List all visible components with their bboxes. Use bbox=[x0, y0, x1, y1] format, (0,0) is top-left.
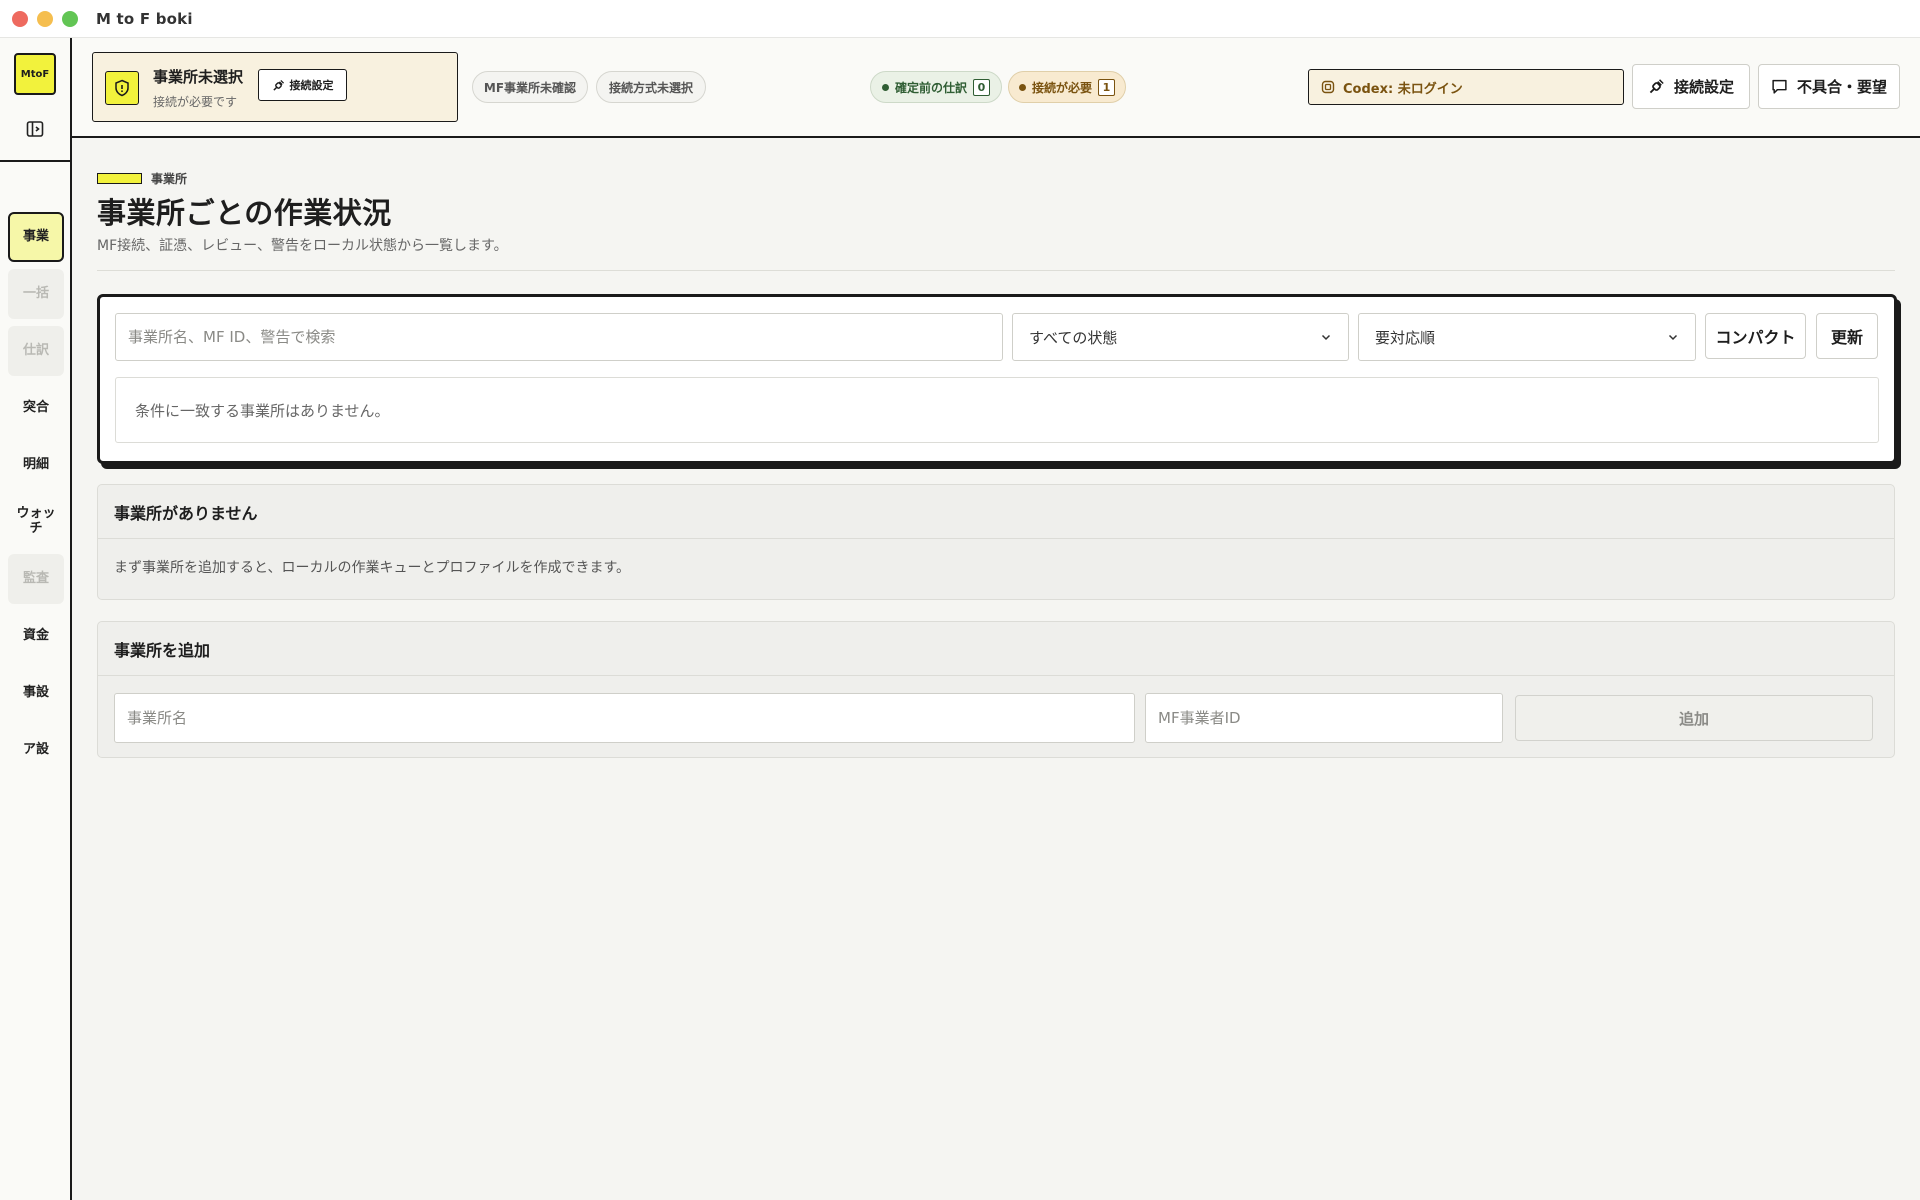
sidebar-item-statements[interactable]: 明細 bbox=[8, 440, 64, 490]
connection-method-label: 接続方式未選択 bbox=[608, 80, 693, 95]
shield-icon bbox=[105, 71, 139, 105]
empty-results-message: 条件に一致する事業所はありません。 bbox=[115, 377, 1879, 443]
filter-panel: すべての状態 要対応順 コンパクト 更新 条件に一致する事業所はありません。 bbox=[97, 294, 1897, 464]
page-title: 事業所ごとの作業状況 bbox=[97, 196, 392, 230]
minimize-window-button[interactable] bbox=[37, 10, 53, 27]
sidebar-item-label: 明細 bbox=[22, 456, 49, 472]
close-window-button[interactable] bbox=[12, 10, 28, 27]
office-status-subtitle: 接続が必要です bbox=[153, 95, 238, 109]
status-filter-value: すべての状態 bbox=[1029, 328, 1118, 347]
add-office-label: 追加 bbox=[1678, 709, 1709, 728]
window-titlebar: M to F boki bbox=[0, 0, 1920, 38]
codex-login-label: Codex: 未ログイン bbox=[1343, 81, 1463, 97]
connection-required-pill[interactable]: 接続が必要 1 bbox=[1008, 71, 1126, 103]
sidebar-item-audit[interactable]: 監査 bbox=[8, 554, 64, 604]
main-content: 事業所 事業所ごとの作業状況 MF接続、証憑、レビュー、警告をローカル状態から一… bbox=[72, 140, 1920, 1200]
connect-settings-button[interactable]: 接続設定 bbox=[1632, 64, 1750, 109]
office-search-input[interactable] bbox=[115, 313, 1003, 361]
sidebar-item-reconcile[interactable]: 突合 bbox=[8, 383, 64, 433]
section-tag-marker bbox=[97, 173, 142, 184]
office-connect-settings-button[interactable]: 接続設定 bbox=[258, 69, 347, 101]
sidebar-toggle-button[interactable] bbox=[24, 118, 46, 140]
empty-results-text: 条件に一致する事業所はありません。 bbox=[135, 401, 390, 420]
sidebar-toggle-icon bbox=[26, 121, 44, 137]
mf-office-status-pill: MF事業所未確認 bbox=[472, 71, 588, 103]
sidebar-item-label: 監査 bbox=[22, 570, 49, 586]
status-dot-icon bbox=[1018, 83, 1026, 91]
plug-icon bbox=[1649, 79, 1664, 94]
sidebar-item-label: 突合 bbox=[22, 399, 49, 415]
add-office-card: 事業所を追加 追加 bbox=[97, 621, 1895, 758]
codex-login-status[interactable]: Codex: 未ログイン bbox=[1308, 69, 1624, 105]
chevron-down-icon bbox=[1668, 334, 1678, 341]
connection-required-label: 接続が必要 bbox=[1031, 80, 1092, 95]
connect-settings-label: 接続設定 bbox=[1673, 78, 1734, 96]
office-name-input[interactable] bbox=[114, 693, 1135, 743]
window-title: M to F boki bbox=[96, 9, 193, 28]
plug-icon bbox=[272, 79, 284, 91]
sidebar-item-label: 資金 bbox=[22, 627, 49, 643]
sidebar-item-label: 仕訳 bbox=[22, 342, 49, 358]
sort-order-value: 要対応順 bbox=[1375, 328, 1436, 347]
feedback-label: 不具合・要望 bbox=[1796, 78, 1887, 96]
pending-journal-label: 確定前の仕訳 bbox=[894, 80, 967, 95]
compact-view-label: コンパクト bbox=[1715, 328, 1796, 347]
chevron-down-icon bbox=[1321, 334, 1331, 341]
app-logo[interactable]: MtoF bbox=[14, 53, 56, 95]
codex-icon bbox=[1321, 80, 1335, 94]
page-description: MF接続、証憑、レビュー、警告をローカル状態から一覧します。 bbox=[97, 238, 508, 254]
section-tag-label: 事業所 bbox=[151, 172, 188, 186]
top-header: 事業所未選択 接続が必要です 接続設定 MF事業所未確認 接続方式未選択 確定前… bbox=[72, 38, 1920, 138]
sidebar-item-label: ア設 bbox=[22, 741, 49, 757]
office-selector[interactable]: 事業所未選択 接続が必要です 接続設定 bbox=[92, 52, 458, 122]
connection-method-pill: 接続方式未選択 bbox=[596, 71, 706, 103]
refresh-button[interactable]: 更新 bbox=[1816, 313, 1878, 359]
status-dot-icon bbox=[881, 83, 889, 91]
mf-office-status-label: MF事業所未確認 bbox=[483, 80, 577, 95]
sidebar-item-label: 事業 bbox=[22, 228, 49, 244]
sidebar-item-label: 一括 bbox=[22, 285, 49, 301]
office-status-title: 事業所未選択 bbox=[153, 68, 244, 86]
no-office-title: 事業所がありません bbox=[98, 485, 1894, 539]
sidebar-item-funds[interactable]: 資金 bbox=[8, 611, 64, 661]
sidebar-item-label: ウォッチ bbox=[16, 506, 56, 536]
sidebar-item-office-settings[interactable]: 事設 bbox=[8, 668, 64, 718]
sidebar-item-watch[interactable]: ウォッチ bbox=[8, 497, 64, 547]
status-filter-select[interactable]: すべての状態 bbox=[1012, 313, 1349, 361]
no-office-message: まず事業所を追加すると、ローカルの作業キューとプロファイルを作成できます。 bbox=[114, 560, 631, 576]
window-controls bbox=[12, 10, 78, 27]
section-tag: 事業所 bbox=[97, 170, 187, 187]
maximize-window-button[interactable] bbox=[62, 10, 78, 27]
sidebar-divider bbox=[0, 160, 72, 162]
sort-order-select[interactable]: 要対応順 bbox=[1358, 313, 1696, 361]
no-office-card: 事業所がありません まず事業所を追加すると、ローカルの作業キューとプロファイルを… bbox=[97, 484, 1895, 600]
feedback-button[interactable]: 不具合・要望 bbox=[1758, 64, 1900, 109]
title-divider bbox=[97, 270, 1895, 271]
sidebar-item-bulk[interactable]: 一括 bbox=[8, 269, 64, 319]
compact-view-button[interactable]: コンパクト bbox=[1705, 313, 1806, 359]
connection-required-count: 1 bbox=[1098, 78, 1115, 96]
add-office-button[interactable]: 追加 bbox=[1515, 695, 1873, 741]
sidebar-item-journal[interactable]: 仕訳 bbox=[8, 326, 64, 376]
refresh-label: 更新 bbox=[1830, 328, 1863, 347]
pending-journal-count: 0 bbox=[973, 78, 990, 96]
pending-journal-pill[interactable]: 確定前の仕訳 0 bbox=[870, 71, 1002, 103]
sidebar-item-offices[interactable]: 事業 bbox=[8, 212, 64, 262]
sidebar: MtoF 事業 一括 仕訳 突合 明細 ウォッチ 監査 資金 事設 ア設 bbox=[0, 38, 72, 1200]
sidebar-item-label: 事設 bbox=[22, 684, 49, 700]
mf-office-id-input[interactable] bbox=[1145, 693, 1503, 743]
message-icon bbox=[1772, 79, 1787, 94]
sidebar-item-app-settings[interactable]: ア設 bbox=[8, 725, 64, 775]
office-connect-settings-label: 接続設定 bbox=[289, 79, 334, 92]
add-office-title: 事業所を追加 bbox=[98, 622, 1894, 676]
